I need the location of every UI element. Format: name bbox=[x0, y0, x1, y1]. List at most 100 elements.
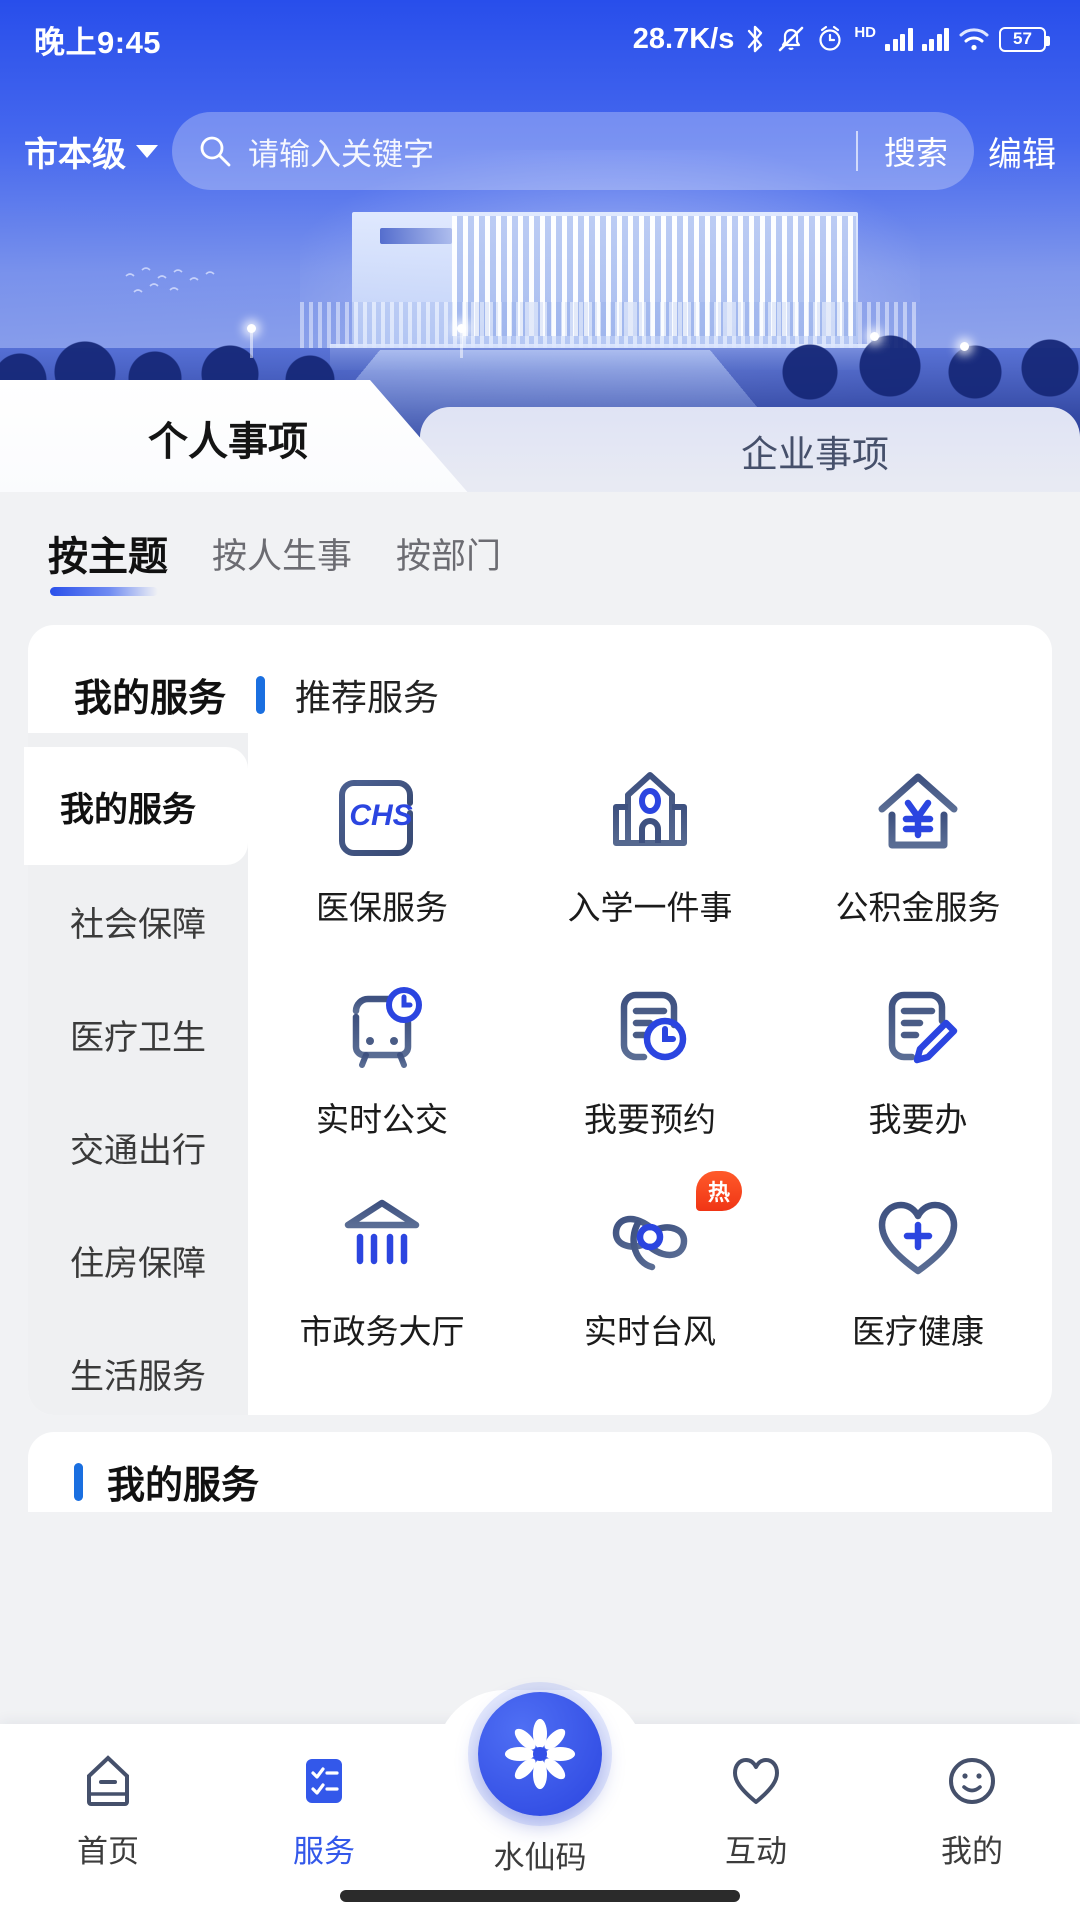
service-label: 医保服务 bbox=[316, 881, 448, 929]
signal-icon bbox=[885, 27, 913, 51]
chevron-down-icon bbox=[136, 145, 158, 158]
service-tile-apply-service[interactable]: 我要办 bbox=[784, 953, 1052, 1165]
document-clock-icon bbox=[602, 977, 698, 1073]
sidebar-item-housing[interactable]: 住房保障 bbox=[28, 1204, 248, 1317]
sidebar-item-label: 医疗卫生 bbox=[70, 1010, 206, 1059]
service-tile-school-enrollment[interactable]: 入学一件事 bbox=[516, 741, 784, 953]
lamp-light bbox=[960, 342, 969, 351]
service-tile-medical-health[interactable]: 医疗健康 bbox=[784, 1165, 1052, 1377]
sidebar-item-label: 住房保障 bbox=[70, 1236, 206, 1285]
tab-enterprise-label: 企业事项 bbox=[611, 424, 889, 478]
hd-icon: HD bbox=[854, 24, 876, 41]
heart-icon bbox=[725, 1750, 787, 1812]
service-label: 我要预约 bbox=[584, 1093, 716, 1141]
tab-personal-affairs[interactable]: 个人事项 bbox=[0, 380, 470, 495]
section-tabs: 企业事项 个人事项 bbox=[0, 380, 1080, 495]
recommended-services-title[interactable]: 推荐服务 bbox=[295, 669, 439, 721]
service-tile-city-service-hall[interactable]: 市政务大厅 bbox=[248, 1165, 516, 1377]
edit-button[interactable]: 编辑 bbox=[988, 127, 1056, 176]
status-icons: 28.7K/s HD 57 bbox=[633, 23, 1046, 56]
bluetooth-icon bbox=[743, 24, 767, 54]
bus-clock-icon bbox=[334, 977, 430, 1073]
next-section-peek: 我的服务 bbox=[28, 1432, 1052, 1512]
service-label: 市政务大厅 bbox=[300, 1305, 465, 1353]
services-grid: CHS 医保服务 入学 bbox=[248, 733, 1052, 1415]
services-card-header: 我的服务 推荐服务 bbox=[74, 667, 439, 722]
nav-item-home[interactable]: 首页 bbox=[0, 1750, 216, 1871]
service-tile-medical-insurance[interactable]: CHS 医保服务 bbox=[248, 741, 516, 953]
lamp-light bbox=[247, 324, 256, 333]
service-tile-realtime-bus[interactable]: 实时公交 bbox=[248, 953, 516, 1165]
nav-label: 服务 bbox=[293, 1826, 355, 1871]
nav-item-interaction[interactable]: 互动 bbox=[648, 1750, 864, 1871]
search-header: 市本级 请输入关键字 搜索 编辑 bbox=[0, 108, 1080, 194]
region-label: 市本级 bbox=[24, 127, 126, 176]
services-card: 我的服务 推荐服务 我的服务 社会保障 医疗卫生 交通出行 住房保障 生活服务 … bbox=[28, 625, 1052, 1415]
service-tile-make-appointment[interactable]: 我要预约 bbox=[516, 953, 784, 1165]
mute-icon bbox=[776, 24, 806, 54]
service-label: 入学一件事 bbox=[568, 881, 733, 929]
heart-plus-icon bbox=[870, 1189, 966, 1285]
house-yuan-icon bbox=[870, 765, 966, 861]
search-icon bbox=[198, 134, 232, 168]
service-label: 实时公交 bbox=[316, 1093, 448, 1141]
nav-item-services[interactable]: 服务 bbox=[216, 1750, 432, 1871]
sidebar-item-label: 我的服务 bbox=[60, 782, 196, 831]
sidebar-item-label: 社会保障 bbox=[70, 897, 206, 946]
bottom-navigation: 首页 服务 bbox=[0, 1724, 1080, 1920]
birds-icon bbox=[120, 262, 250, 302]
next-section-title: 我的服务 bbox=[107, 1454, 259, 1509]
service-label: 医疗健康 bbox=[852, 1305, 984, 1353]
nav-label: 互动 bbox=[725, 1826, 787, 1871]
search-box[interactable]: 请输入关键字 搜索 bbox=[172, 112, 974, 190]
service-label: 我要办 bbox=[869, 1093, 968, 1141]
status-time: 晚上9:45 bbox=[34, 17, 161, 62]
filter-by-life-event[interactable]: 按人生事 bbox=[212, 528, 352, 593]
section-accent-bar bbox=[256, 676, 265, 714]
tab-enterprise-affairs[interactable]: 企业事项 bbox=[420, 407, 1080, 495]
battery-icon: 57 bbox=[999, 27, 1046, 52]
lamp-light bbox=[457, 324, 466, 333]
narcissus-flower-icon[interactable] bbox=[478, 1692, 602, 1816]
document-pencil-icon bbox=[870, 977, 966, 1073]
sidebar-item-my-services[interactable]: 我的服务 bbox=[24, 747, 248, 865]
service-tile-realtime-typhoon[interactable]: 热 实时台风 bbox=[516, 1165, 784, 1377]
lamp-post bbox=[460, 330, 463, 358]
sidebar-item-label: 生活服务 bbox=[70, 1349, 206, 1398]
school-building-icon bbox=[602, 765, 698, 861]
chs-card-icon: CHS bbox=[334, 765, 430, 861]
lamp-light bbox=[870, 332, 879, 341]
sidebar-item-living-services[interactable]: 生活服务 bbox=[28, 1317, 248, 1430]
typhoon-icon bbox=[602, 1189, 698, 1285]
filter-by-department[interactable]: 按部门 bbox=[396, 528, 501, 593]
filter-by-topic-label: 按主题 bbox=[48, 535, 168, 579]
service-tile-housing-fund[interactable]: 公积金服务 bbox=[784, 741, 1052, 953]
signal-icon bbox=[922, 27, 950, 51]
service-label: 实时台风 bbox=[584, 1305, 716, 1353]
sidebar-item-healthcare[interactable]: 医疗卫生 bbox=[28, 978, 248, 1091]
next-section-header: 我的服务 bbox=[74, 1454, 259, 1509]
app-screen: 晚上9:45 28.7K/s HD 57 市本级 bbox=[0, 0, 1080, 1920]
search-input[interactable]: 请输入关键字 bbox=[248, 129, 830, 174]
battery-level: 57 bbox=[1013, 29, 1032, 49]
service-label: 公积金服务 bbox=[836, 881, 1001, 929]
sidebar-item-social-security[interactable]: 社会保障 bbox=[28, 865, 248, 978]
section-accent-bar bbox=[74, 1463, 83, 1501]
home-indicator bbox=[340, 1890, 740, 1902]
category-sidebar[interactable]: 我的服务 社会保障 医疗卫生 交通出行 住房保障 生活服务 教育就学 bbox=[28, 733, 248, 1415]
search-button[interactable]: 搜索 bbox=[884, 128, 948, 174]
filter-by-topic[interactable]: 按主题 bbox=[48, 524, 168, 596]
nav-label: 水仙码 bbox=[494, 1832, 587, 1877]
network-speed: 28.7K/s bbox=[633, 23, 735, 56]
filter-tabs: 按主题 按人生事 按部门 bbox=[0, 500, 1080, 620]
checklist-icon bbox=[293, 1750, 355, 1812]
sidebar-item-transport[interactable]: 交通出行 bbox=[28, 1091, 248, 1204]
nav-item-profile[interactable]: 我的 bbox=[864, 1750, 1080, 1871]
region-selector[interactable]: 市本级 bbox=[24, 127, 158, 176]
hot-badge: 热 bbox=[696, 1171, 742, 1211]
my-services-title[interactable]: 我的服务 bbox=[74, 667, 226, 722]
tab-personal-label: 个人事项 bbox=[148, 409, 308, 467]
wifi-icon bbox=[958, 26, 990, 52]
sidebar-item-label: 交通出行 bbox=[70, 1123, 206, 1172]
nav-label: 首页 bbox=[77, 1826, 139, 1871]
